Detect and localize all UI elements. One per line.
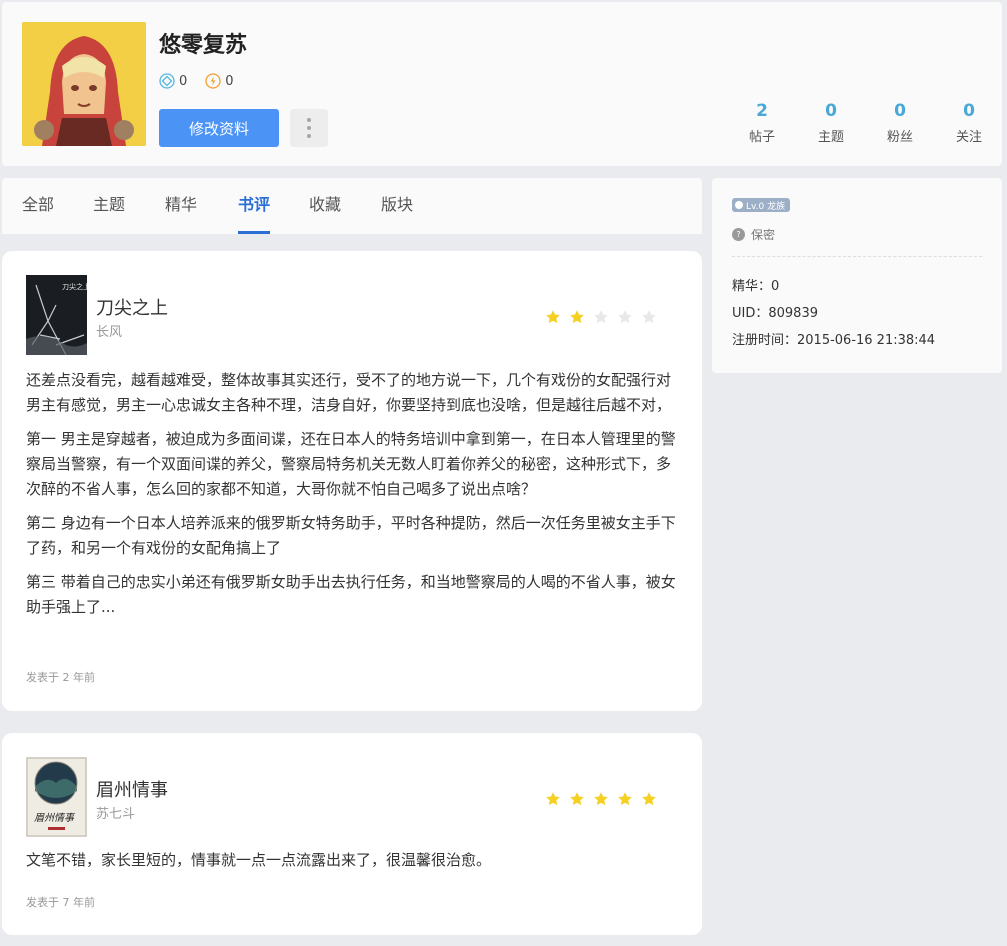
book-title[interactable]: 刀尖之上 xyxy=(96,294,168,320)
registered-time: 注册时间：2015-06-16 21:38:44 xyxy=(732,333,936,348)
stat-following[interactable]: 0 关注 xyxy=(939,100,999,145)
book-author[interactable]: 长风 xyxy=(96,321,122,340)
avatar[interactable] xyxy=(22,22,146,146)
more-dot-icon xyxy=(307,118,311,122)
rating-stars xyxy=(545,309,657,325)
badge-row: 0 0 xyxy=(159,73,252,89)
diamond-count: 0 xyxy=(179,73,188,89)
star-filled-icon xyxy=(594,792,608,806)
stat-number: 0 xyxy=(825,101,837,121)
stat-label: 粉丝 xyxy=(886,130,913,145)
user-info-card: Lv.0 龙族 ? 保密 精华：0 UID：809839 注册时间：2015-0… xyxy=(712,178,1002,373)
elite-count: 精华：0 xyxy=(732,279,780,294)
tab-favorites[interactable]: 收藏 xyxy=(309,178,341,234)
star-filled-icon xyxy=(570,792,584,806)
review-body: 还差点没看完，越看越难受，整体故事其实还行，受不了的地方说一下，几个有戏份的女配… xyxy=(26,368,676,629)
tab-topics[interactable]: 主题 xyxy=(93,178,125,234)
review-paragraph: 还差点没看完，越看越难受，整体故事其实还行，受不了的地方说一下，几个有戏份的女配… xyxy=(26,371,672,414)
book-title[interactable]: 眉州情事 xyxy=(96,776,168,802)
review-card: 眉州情事 眉州情事 苏七斗 文笔不错，家长里短的，情事就一点一点流露出来了，很温… xyxy=(2,733,702,935)
more-options-button[interactable] xyxy=(290,109,328,147)
review-card: 刀尖之上 刀尖之上 长风 还差点没看完，越看越难受，整体故事其实还行，受不了的地… xyxy=(2,251,702,711)
stat-number: 0 xyxy=(963,101,975,121)
book-cover[interactable]: 刀尖之上 xyxy=(26,275,90,356)
review-body: 文笔不错，家长里短的，情事就一点一点流露出来了，很温馨很治愈。 xyxy=(26,848,676,882)
tab-all[interactable]: 全部 xyxy=(22,178,54,234)
gender-icon: ? xyxy=(732,228,745,241)
level-badge: Lv.0 龙族 xyxy=(732,198,791,212)
divider xyxy=(732,256,982,257)
more-dot-icon xyxy=(307,126,311,130)
tab-book-reviews[interactable]: 书评 xyxy=(238,178,271,234)
star-empty-icon xyxy=(642,310,656,324)
cover-title: 眉州情事 xyxy=(34,812,76,824)
level-text: Lv.0 龙族 xyxy=(746,201,786,212)
stat-number: 2 xyxy=(756,101,768,121)
more-dot-icon xyxy=(307,134,311,138)
edit-profile-button[interactable]: 修改资料 xyxy=(159,109,279,147)
uid: UID：809839 xyxy=(732,306,818,321)
tab-boards[interactable]: 版块 xyxy=(381,178,413,234)
gender-text: 保密 xyxy=(751,228,776,242)
rating-stars xyxy=(545,791,657,807)
posted-time: 发表于 2 年前 xyxy=(26,671,95,684)
profile-header: 悠零复苏 0 0 修改资料 2 帖子 0 主题 0 粉丝 0 关注 xyxy=(2,2,1002,166)
stat-number: 0 xyxy=(894,101,906,121)
star-filled-icon xyxy=(618,792,632,806)
review-paragraph: 第二 身边有一个日本人培养派来的俄罗斯女特务助手，平时各种提防，然后一次任务里被… xyxy=(26,514,676,557)
cover-title: 刀尖之上 xyxy=(62,282,87,291)
stat-label: 主题 xyxy=(817,130,844,145)
review-paragraph: 第三 带着自己的忠实小弟还有俄罗斯女助手出去执行任务，和当地警察局的人喝的不省人… xyxy=(26,573,676,616)
level-icon xyxy=(735,201,743,209)
diamond-icon xyxy=(159,73,175,89)
star-filled-icon xyxy=(642,792,656,806)
posted-time: 发表于 7 年前 xyxy=(26,896,95,909)
star-empty-icon xyxy=(594,310,608,324)
coin-count: 0 xyxy=(225,73,234,89)
stat-label: 帖子 xyxy=(748,130,775,145)
username: 悠零复苏 xyxy=(159,33,248,58)
book-cover[interactable]: 眉州情事 xyxy=(26,757,87,837)
star-filled-icon xyxy=(570,310,584,324)
book-author[interactable]: 苏七斗 xyxy=(96,803,135,822)
gender-row: ? 保密 xyxy=(732,226,775,243)
review-paragraph: 第一 男主是穿越者，被迫成为多面间谍，还在日本人的特务培训中拿到第一，在日本人管… xyxy=(26,430,676,498)
tab-bar: 全部 主题 精华 书评 收藏 版块 xyxy=(2,178,702,234)
star-filled-icon xyxy=(546,310,560,324)
star-empty-icon xyxy=(618,310,632,324)
stat-fans[interactable]: 0 粉丝 xyxy=(870,100,930,145)
stat-label: 关注 xyxy=(955,130,982,145)
stat-topics[interactable]: 0 主题 xyxy=(801,100,861,145)
tab-elite[interactable]: 精华 xyxy=(165,178,197,234)
review-paragraph: 文笔不错，家长里短的，情事就一点一点流露出来了，很温馨很治愈。 xyxy=(26,851,492,869)
stat-posts[interactable]: 2 帖子 xyxy=(732,100,792,145)
coin-icon xyxy=(205,73,221,89)
star-filled-icon xyxy=(546,792,560,806)
